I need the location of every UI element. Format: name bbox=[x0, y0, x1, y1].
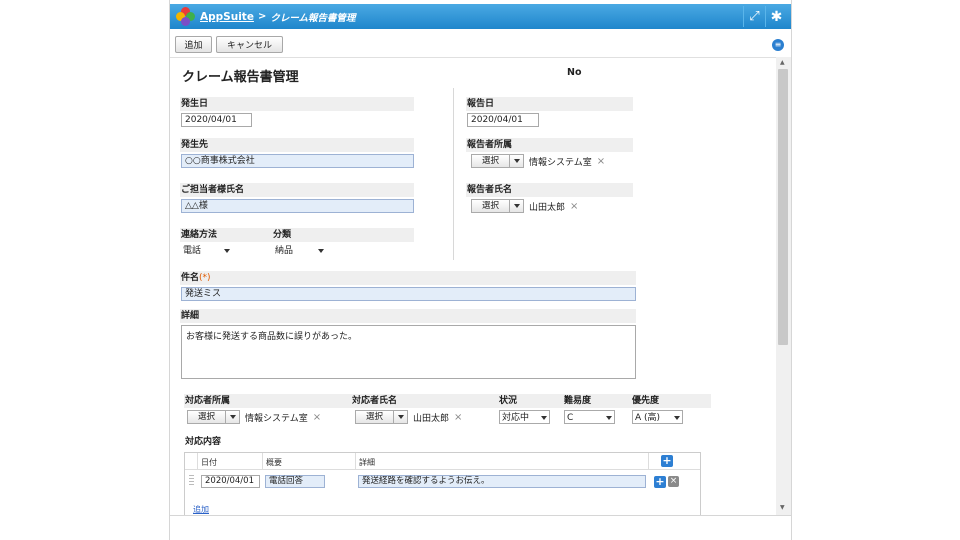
occurrence-place-label: 発生先 bbox=[180, 138, 414, 152]
record-no-label: No bbox=[567, 67, 582, 78]
occurrence-place-input[interactable]: ○○商事株式会社 bbox=[181, 154, 414, 168]
column-header-detail: 詳細 bbox=[359, 458, 375, 467]
chevron-down-icon bbox=[394, 415, 407, 419]
contact-person-input[interactable]: △△様 bbox=[181, 199, 414, 213]
page-title: クレーム報告書管理 bbox=[182, 70, 299, 85]
gear-icon[interactable]: ✱ bbox=[765, 6, 787, 27]
reporter-name-picker: 選択 山田太郎 × bbox=[471, 199, 578, 213]
required-mark: (*) bbox=[199, 273, 211, 283]
status-value: 対応中 bbox=[502, 413, 530, 423]
appsuite-logo-icon bbox=[176, 6, 196, 27]
reporter-name-label: 報告者氏名 bbox=[466, 183, 633, 197]
difficulty-label: 難易度 bbox=[564, 396, 592, 406]
cancel-button[interactable]: キャンセル bbox=[216, 36, 283, 53]
priority-value: A (高) bbox=[635, 413, 661, 423]
category-select[interactable]: 納品 bbox=[273, 244, 326, 258]
chevron-down-icon bbox=[510, 159, 523, 163]
row-summary-input[interactable]: 電話回答 bbox=[265, 475, 325, 488]
fullscreen-icon[interactable]: ⤢ bbox=[743, 6, 765, 27]
reporter-dept-select-label: 選択 bbox=[472, 155, 511, 167]
add-row-icon[interactable]: + bbox=[661, 455, 673, 467]
chevron-down-icon bbox=[510, 204, 523, 208]
status-select[interactable]: 対応中 bbox=[499, 410, 550, 424]
window-bottom-border bbox=[170, 515, 791, 516]
report-date-label: 報告日 bbox=[466, 97, 633, 111]
scrollbar-thumb[interactable] bbox=[778, 69, 788, 345]
reporter-name-select-button[interactable]: 選択 bbox=[471, 199, 525, 213]
close-icon[interactable]: × bbox=[454, 412, 462, 423]
reporter-dept-label: 報告者所属 bbox=[466, 138, 633, 152]
app-header: AppSuite > クレーム報告書管理 ⤢ ✱ bbox=[170, 4, 791, 29]
handler-dept-select-button[interactable]: 選択 bbox=[187, 410, 241, 424]
breadcrumb-current: クレーム報告書管理 bbox=[270, 12, 356, 24]
handler-name-select-button[interactable]: 選択 bbox=[355, 410, 409, 424]
scroll-down-icon[interactable]: ▼ bbox=[780, 504, 785, 511]
response-label: 対応内容 bbox=[185, 437, 222, 447]
contact-person-label: ご担当者様氏名 bbox=[180, 183, 414, 197]
subject-label-text: 件名 bbox=[181, 273, 200, 283]
vertical-scrollbar[interactable]: ▲ ▼ bbox=[776, 57, 791, 515]
contact-method-value: 電話 bbox=[183, 246, 202, 256]
reporter-dept-picker: 選択 情報システム室 × bbox=[471, 154, 605, 168]
handler-name-picker: 選択 山田太郎 × bbox=[355, 410, 462, 424]
action-toolbar: 追加 キャンセル ≡ bbox=[170, 36, 791, 56]
category-value: 納品 bbox=[275, 246, 294, 256]
close-icon[interactable]: × bbox=[597, 156, 605, 167]
add-row-link[interactable]: 追加 bbox=[193, 504, 209, 515]
detail-label: 詳細 bbox=[180, 309, 636, 323]
insert-row-icon[interactable]: + bbox=[654, 476, 666, 488]
column-header-summary: 概要 bbox=[266, 458, 282, 467]
delete-row-icon[interactable]: × bbox=[668, 476, 679, 487]
occurrence-date-label: 発生日 bbox=[180, 97, 414, 111]
column-header-date: 日付 bbox=[201, 458, 217, 467]
scroll-up-icon[interactable]: ▲ bbox=[780, 59, 785, 66]
difficulty-value: C bbox=[567, 413, 574, 423]
difficulty-select[interactable]: C bbox=[564, 410, 615, 424]
priority-select[interactable]: A (高) bbox=[632, 410, 683, 424]
row-date-input[interactable]: 2020/04/01 bbox=[201, 475, 260, 488]
chevron-down-icon bbox=[226, 415, 239, 419]
contact-method-select[interactable]: 電話 bbox=[181, 244, 232, 258]
column-divider bbox=[453, 88, 454, 260]
app-home-link[interactable]: AppSuite bbox=[200, 11, 254, 23]
reporter-name-select-label: 選択 bbox=[472, 200, 511, 212]
handler-name-select-label: 選択 bbox=[356, 411, 395, 423]
close-icon[interactable]: × bbox=[313, 412, 321, 423]
drag-handle-icon[interactable] bbox=[189, 475, 194, 487]
detail-textarea[interactable]: お客様に発送する商品数に誤りがあった。 bbox=[181, 325, 636, 379]
response-table-header: 日付 概要 詳細 + bbox=[185, 453, 700, 470]
occurrence-date-input[interactable]: 2020/04/01 bbox=[181, 113, 252, 127]
response-table: 日付 概要 詳細 + 2020/04/01 電話回答 発送経路を確認するようお伝… bbox=[184, 452, 701, 515]
reporter-dept-select-button[interactable]: 選択 bbox=[471, 154, 525, 168]
category-label: 分類 bbox=[272, 228, 414, 242]
app-window: AppSuite > クレーム報告書管理 ⤢ ✱ 追加 キャンセル ≡ クレーム… bbox=[169, 0, 792, 540]
report-date-input[interactable]: 2020/04/01 bbox=[467, 113, 539, 127]
handler-name-value: 山田太郎 bbox=[413, 413, 450, 424]
add-button[interactable]: 追加 bbox=[175, 36, 212, 53]
close-icon[interactable]: × bbox=[570, 201, 578, 212]
breadcrumb-separator: > bbox=[257, 11, 267, 22]
priority-label: 優先度 bbox=[632, 396, 660, 406]
subject-label: 件名(*) bbox=[180, 271, 636, 285]
handler-dept-value: 情報システム室 bbox=[245, 413, 308, 424]
handler-name-label: 対応者氏名 bbox=[352, 396, 398, 406]
subject-input[interactable]: 発送ミス bbox=[181, 287, 636, 301]
row-detail-input[interactable]: 発送経路を確認するようお伝え。 bbox=[358, 475, 646, 488]
reporter-name-value: 山田太郎 bbox=[529, 202, 566, 213]
handler-dept-picker: 選択 情報システム室 × bbox=[187, 410, 321, 424]
handler-dept-select-label: 選択 bbox=[188, 411, 227, 423]
record-form: クレーム報告書管理 No 発生日 2020/04/01 発生先 ○○商事株式会社… bbox=[170, 57, 777, 515]
status-label: 状況 bbox=[499, 396, 518, 406]
reporter-dept-value: 情報システム室 bbox=[529, 157, 592, 168]
database-icon[interactable]: ≡ bbox=[772, 39, 784, 51]
